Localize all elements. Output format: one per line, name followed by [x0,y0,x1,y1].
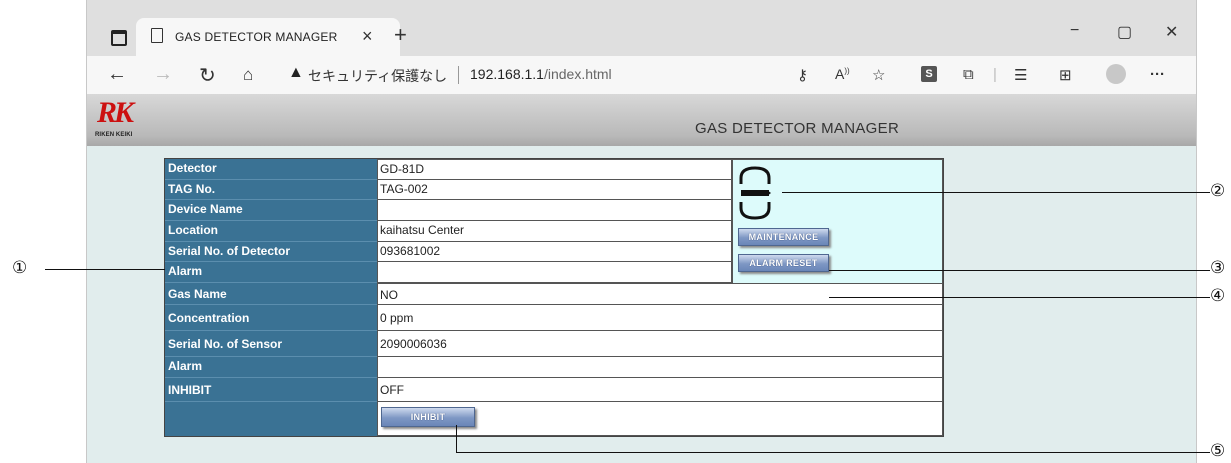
minimize-button[interactable]: − [1070,22,1079,40]
label-empty [165,402,377,436]
callout-2: ② [1210,181,1226,200]
app-title: GAS DETECTOR MANAGER [695,120,900,137]
close-tab-icon[interactable]: × [362,26,373,47]
callout-5-line [456,452,1210,453]
warning-icon[interactable]: ▲ [288,64,304,82]
url-field[interactable]: 192.168.1.1/index.html [470,66,612,82]
value-serial-detector: 093681002 [377,242,732,262]
inhibit-button[interactable]: INHIBIT [381,407,475,427]
value-gas-name: NO [377,283,943,305]
close-window-button[interactable]: ✕ [1165,22,1178,42]
label-device-name: Device Name [165,200,377,221]
profile-avatar[interactable] [1106,64,1126,84]
value-detector-alarm [377,262,732,283]
label-detector: Detector [165,159,377,180]
detector-status-icon [739,166,771,220]
logo-text: RIKEN KEIKI [95,132,133,138]
callout-3: ③ [1210,258,1226,277]
key-icon[interactable]: ⚷ [797,66,808,84]
value-tag-no: TAG-002 [377,180,732,200]
label-concentration: Concentration [165,305,377,331]
reload-icon[interactable]: ↻ [199,63,216,88]
value-detector: GD-81D [377,159,732,180]
favorite-add-icon[interactable]: ☆ [872,66,885,84]
callout-3-line [829,270,1210,271]
value-concentration: 0 ppm [377,305,943,331]
value-location: kaihatsu Center [377,221,732,242]
label-gas-name: Gas Name [165,283,377,305]
label-inhibit: INHIBIT [165,378,377,402]
inhibit-button-cell: INHIBIT [377,402,943,436]
new-tab-button[interactable]: + [394,22,407,48]
favorites-icon[interactable]: ☰ [1014,66,1027,84]
label-serial-detector: Serial No. of Detector [165,242,377,262]
label-sensor-alarm: Alarm [165,357,377,378]
callout-5: ⑤ [1210,441,1226,460]
tab-strip: GAS DETECTOR MANAGER × + − ▢ ✕ [87,0,1196,56]
toolbar-divider: | [993,66,997,83]
value-sensor-alarm [377,357,943,378]
address-bar-row: ← → ↻ ⌂ ▲ セキュリティ保護なし 192.168.1.1/index.h… [87,56,1196,94]
extensions-icon[interactable]: ⧉ [963,66,974,83]
collections-icon[interactable]: ⊞ [1059,66,1072,84]
web-page: RK RIKEN KEIKI GAS DETECTOR MANAGER Dete… [87,94,1196,463]
callout-1: ① [12,258,28,277]
url-host: 192.168.1.1 [470,66,544,82]
url-path: /index.html [543,66,612,82]
address-separator [458,66,459,84]
callout-4: ④ [1210,286,1226,305]
tab-title: GAS DETECTOR MANAGER [175,30,338,44]
value-serial-sensor: 2090006036 [377,331,943,357]
callout-1-line [45,269,165,270]
riken-logo: RK [97,96,134,129]
browser-window: GAS DETECTOR MANAGER × + − ▢ ✕ ← → ↻ ⌂ ▲… [86,0,1197,463]
maintenance-button[interactable]: MAINTENANCE [738,228,829,246]
browser-tab[interactable]: GAS DETECTOR MANAGER × [136,18,400,56]
page-icon [151,28,163,43]
forward-icon[interactable]: → [153,63,173,86]
window-menu-icon[interactable] [111,30,127,46]
maximize-button[interactable]: ▢ [1117,22,1132,42]
label-location: Location [165,221,377,242]
s-extension-icon[interactable]: S [921,66,937,82]
status-panel: MAINTENANCE ALARM RESET [732,159,943,283]
callout-5-vline [456,425,457,452]
value-inhibit: OFF [377,378,943,402]
label-serial-sensor: Serial No. of Sensor [165,331,377,357]
callout-2-line [782,192,1210,193]
label-tag-no: TAG No. [165,180,377,200]
label-detector-alarm: Alarm [165,262,377,283]
home-icon[interactable]: ⌂ [243,65,253,85]
read-aloud-icon[interactable]: A)) [835,66,850,82]
alarm-reset-button[interactable]: ALARM RESET [738,254,829,272]
security-status[interactable]: セキュリティ保護なし [308,66,447,86]
more-icon[interactable]: ··· [1150,66,1165,83]
header-banner: RK RIKEN KEIKI GAS DETECTOR MANAGER [87,94,1196,146]
value-device-name [377,200,732,221]
callout-4-line [829,297,1210,298]
back-icon[interactable]: ← [107,63,127,86]
